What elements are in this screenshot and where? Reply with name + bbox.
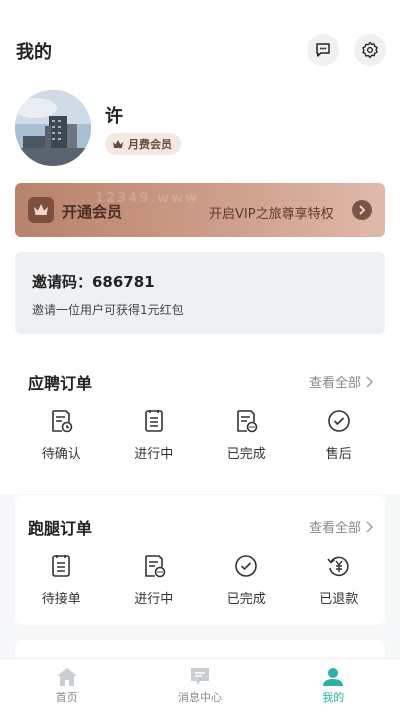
order-item-label: 待接单	[41, 592, 81, 607]
order-item-label: 进行中	[134, 592, 174, 607]
order-item-completed[interactable]: 已完成	[206, 408, 286, 472]
order-item-label: 售后	[325, 447, 352, 462]
invite-code: 邀请码：686781	[32, 273, 155, 291]
order-item-completed[interactable]: 已完成	[206, 553, 286, 617]
application-orders-title: 应聘订单	[28, 374, 93, 393]
view-all-label: 查看全部	[308, 521, 361, 536]
bottom-tab-bar: 首页 消息中心 我的	[0, 658, 400, 711]
chevron-right-icon	[366, 521, 373, 532]
order-item-in-progress[interactable]: 进行中	[114, 408, 194, 472]
view-all-label: 查看全部	[308, 376, 361, 391]
doc-list-icon	[52, 555, 71, 577]
doc-list-icon	[144, 410, 163, 432]
gear-icon	[362, 41, 378, 59]
vip-banner[interactable]: 12349.www 开通会员 开启VIP之旅尊享特权	[15, 183, 385, 237]
application-orders-view-all[interactable]: 查看全部	[309, 372, 373, 391]
errand-orders-title: 跑腿订单	[28, 519, 93, 538]
order-item-label: 已完成	[226, 592, 266, 607]
errand-orders-view-all[interactable]: 查看全部	[309, 517, 373, 536]
avatar-image	[15, 90, 91, 166]
tab-messages[interactable]: 消息中心	[133, 659, 266, 711]
order-item-label: 已完成	[226, 447, 266, 462]
invite-card[interactable]: 邀请码：686781 邀请一位用户可获得1元红包	[15, 252, 385, 334]
tab-label: 我的	[322, 691, 345, 704]
order-item-after-sales[interactable]: 售后	[299, 408, 379, 472]
doc-clock-icon	[52, 410, 73, 433]
home-icon	[56, 668, 77, 686]
crown-icon	[113, 140, 123, 148]
page-title: 我的	[16, 42, 52, 63]
tab-label: 消息中心	[177, 691, 222, 704]
vip-crown-icon	[28, 197, 54, 223]
order-item-awaiting-pickup[interactable]: 待接单	[21, 553, 101, 617]
order-item-pending-confirm[interactable]: 待确认	[21, 408, 101, 472]
order-item-in-progress[interactable]: 进行中	[114, 553, 194, 617]
message-button[interactable]	[307, 34, 339, 66]
order-item-label: 进行中	[134, 447, 174, 462]
message-icon	[190, 668, 209, 685]
check-circle-icon	[235, 555, 258, 577]
chevron-right-icon	[366, 376, 373, 387]
profile-page: 我的 许 月费会员 12349.www 开通会员 开启VIP之旅尊享特权 邀请码…	[0, 0, 400, 711]
errand-orders-card: 跑腿订单 查看全部 待接单 进行中 已完成 已退款	[15, 495, 385, 625]
username: 许	[105, 106, 123, 127]
vip-arrow-icon[interactable]	[352, 200, 372, 220]
check-circle-icon	[327, 410, 350, 432]
member-badge: 月费会员	[105, 133, 181, 155]
vip-description: 开启VIP之旅尊享特权	[209, 207, 334, 222]
doc-done-icon	[237, 410, 258, 433]
avatar[interactable]	[15, 90, 91, 166]
application-orders-items: 待确认 进行中 已完成 售后	[15, 408, 385, 472]
order-item-label: 待确认	[41, 447, 81, 462]
invite-description: 邀请一位用户可获得1元红包	[32, 303, 184, 317]
user-icon	[323, 668, 344, 686]
tab-mine[interactable]: 我的	[267, 659, 400, 711]
order-item-label: 已退款	[319, 592, 359, 607]
errand-orders-items: 待接单 进行中 已完成 已退款	[15, 553, 385, 617]
application-orders-card: 应聘订单 查看全部 待确认 进行中 已完成 售后	[15, 350, 385, 480]
order-item-refunded[interactable]: 已退款	[299, 553, 379, 617]
tab-label: 首页	[55, 691, 78, 704]
tab-home[interactable]: 首页	[0, 659, 133, 711]
vip-label: 开通会员	[62, 203, 123, 221]
member-badge-label: 月费会员	[128, 138, 172, 151]
doc-more-icon	[144, 555, 166, 578]
header: 我的	[0, 0, 400, 74]
chat-icon	[316, 43, 330, 57]
settings-button[interactable]	[354, 34, 386, 66]
refund-icon	[327, 556, 349, 577]
